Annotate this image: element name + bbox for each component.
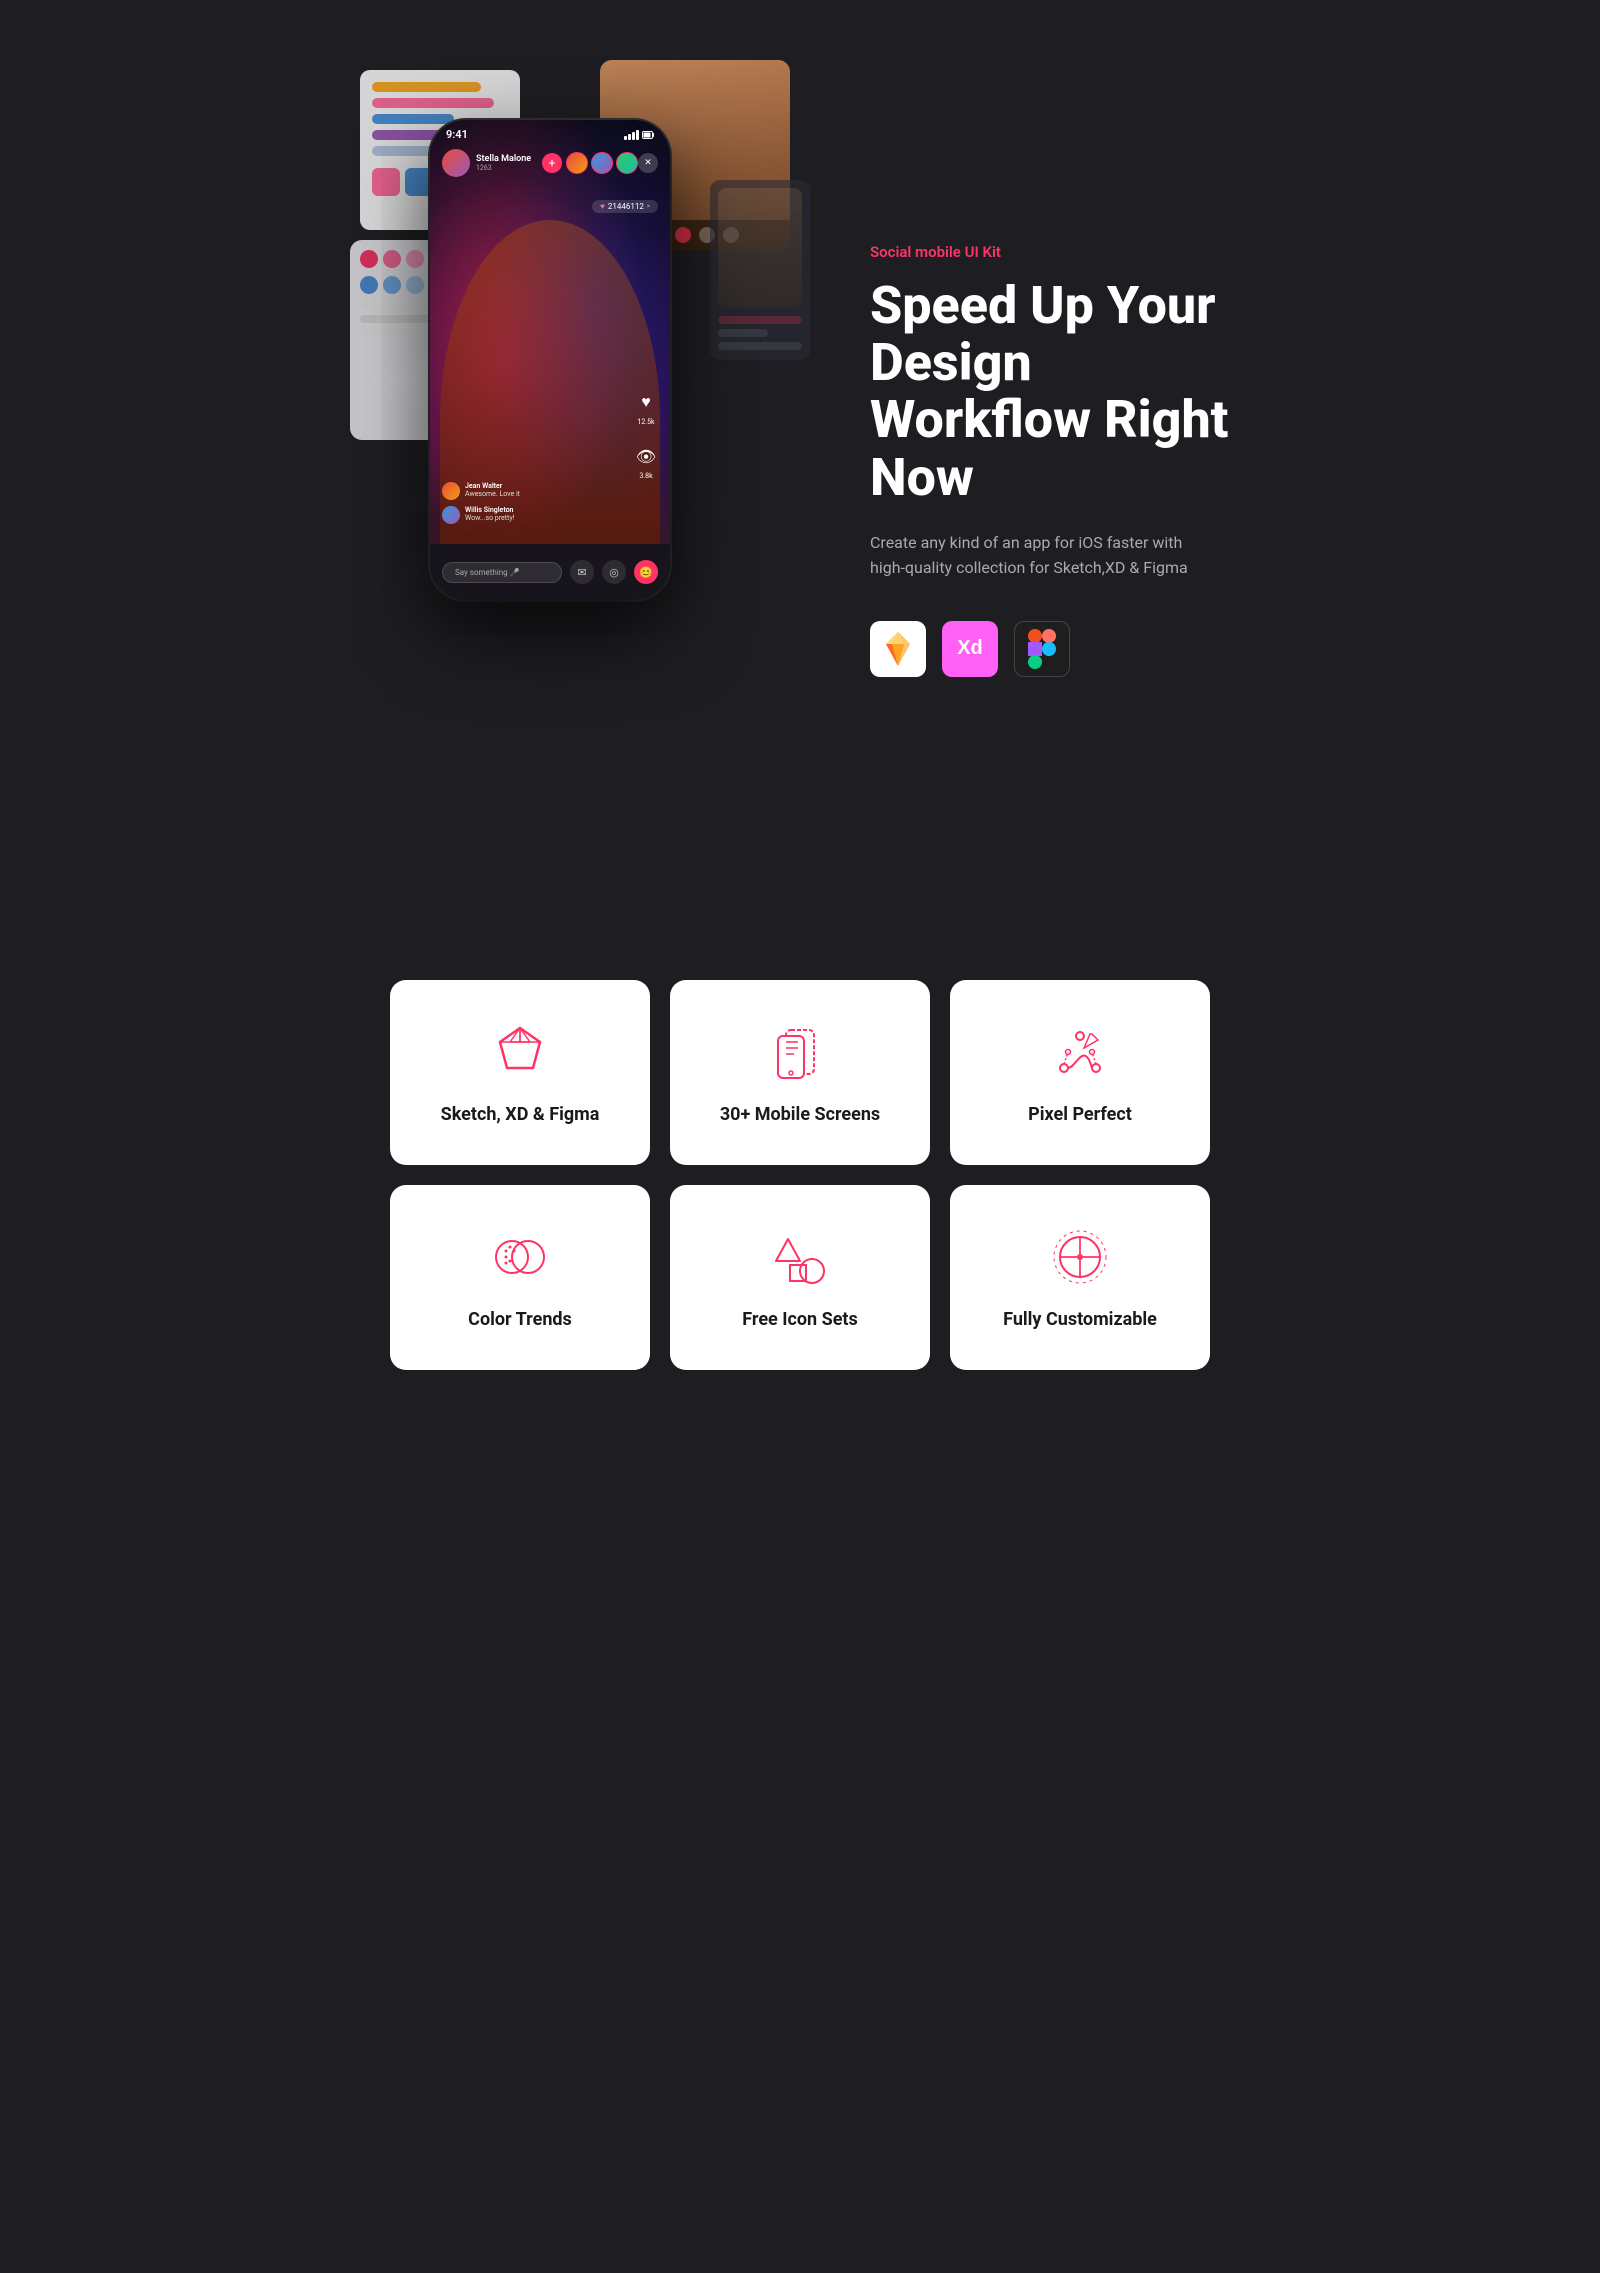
feature-label-screens: 30+ Mobile Screens — [720, 1104, 880, 1125]
user-avatar — [442, 149, 470, 177]
story-avatars — [566, 152, 638, 174]
comment-text-1: Jean Walter Awesome. Love it — [465, 482, 520, 498]
floating-card-bottom-right — [710, 180, 810, 360]
feature-card-colors: Color Trends — [390, 1185, 650, 1370]
feature-card-icons: Free Icon Sets — [670, 1185, 930, 1370]
hero-subtitle: Social mobile UI Kit — [870, 243, 1250, 261]
feature-label-icons: Free Icon Sets — [742, 1309, 858, 1330]
features-grid: Sketch, XD & Figma 30+ Mobile Screens — [390, 980, 1210, 1370]
say-something-input[interactable]: Say something 🎤 — [442, 562, 562, 583]
user-sub: 1263 — [476, 164, 542, 172]
bar-1 — [372, 82, 481, 92]
mail-icon[interactable]: ✉ — [570, 560, 594, 584]
story-avatar-3 — [616, 152, 638, 174]
story-avatar-1 — [566, 152, 588, 174]
commenter-avatar-1 — [442, 482, 460, 500]
feature-label-customize: Fully Customizable — [1003, 1309, 1157, 1330]
features-section: Sketch, XD & Figma 30+ Mobile Screens — [350, 920, 1250, 1430]
phone-screen: 9:41 — [430, 120, 670, 600]
feature-icon-sketch — [488, 1020, 552, 1084]
hero-section: 9:41 — [350, 0, 1250, 920]
feature-icon-pixel — [1048, 1020, 1112, 1084]
user-info: Stella Malone 1263 — [476, 154, 542, 172]
xd-icon[interactable]: Xd — [942, 621, 998, 677]
side-actions: ♥ 12.5k 👁 3.8k — [632, 388, 660, 480]
feature-card-customize: Fully Customizable — [950, 1185, 1210, 1370]
phone-header: Stella Malone 1263 + ✕ — [430, 145, 670, 181]
feature-icon-icons — [768, 1225, 832, 1289]
sketch-icon[interactable] — [870, 621, 926, 677]
phone-status-bar: 9:41 — [430, 120, 670, 145]
feature-card-screens: 30+ Mobile Screens — [670, 980, 930, 1165]
feature-card-sketch: Sketch, XD & Figma — [390, 980, 650, 1165]
feature-card-pixel: Pixel Perfect — [950, 980, 1210, 1165]
comment-text-2: Willis Singleton Wow...so pretty! — [465, 506, 514, 522]
send-icon[interactable]: ◎ — [602, 560, 626, 584]
view-action[interactable]: 👁 3.8k — [632, 442, 660, 480]
phone-time: 9:41 — [446, 128, 468, 141]
close-button[interactable]: ✕ — [638, 153, 658, 173]
add-button[interactable]: + — [542, 153, 562, 173]
hero-right: Social mobile UI Kit Speed Up Your Desig… — [810, 243, 1250, 677]
feature-icon-customize — [1048, 1225, 1112, 1289]
float-row-1 — [718, 316, 802, 324]
phone-comments: Jean Walter Awesome. Love it Willis Sing… — [442, 482, 520, 530]
feature-label-pixel: Pixel Perfect — [1028, 1104, 1132, 1125]
story-avatar-2 — [591, 152, 613, 174]
bar-2 — [372, 98, 494, 108]
float-face — [718, 188, 802, 308]
feature-label-colors: Color Trends — [468, 1309, 572, 1330]
like-action[interactable]: ♥ 12.5k — [632, 388, 660, 426]
float-row-3 — [718, 342, 802, 350]
comment-2: Willis Singleton Wow...so pretty! — [442, 506, 520, 524]
feature-label-sketch: Sketch, XD & Figma — [441, 1104, 600, 1125]
user-name: Stella Malone — [476, 154, 542, 164]
hero-description: Create any kind of an app for iOS faster… — [870, 530, 1190, 581]
emoji-icon[interactable]: 😊 — [634, 560, 658, 584]
comment-1: Jean Walter Awesome. Love it — [442, 482, 520, 500]
tool-icons-row: Xd — [870, 621, 1250, 677]
main-phone: 9:41 — [430, 120, 670, 600]
figma-icon[interactable] — [1014, 621, 1070, 677]
hero-left: 9:41 — [350, 60, 810, 860]
commenter-avatar-2 — [442, 506, 460, 524]
phone-bottom-bar: Say something 🎤 ✉ ◎ 😊 — [430, 544, 670, 600]
feature-icon-colors — [488, 1225, 552, 1289]
phone-status-icons — [624, 130, 654, 140]
feature-icon-screens — [768, 1020, 832, 1084]
like-count: ♥ 21446112 > — [592, 200, 658, 213]
hero-title: Speed Up Your Design Workflow Right Now — [870, 277, 1250, 506]
float-row-2 — [718, 329, 768, 337]
